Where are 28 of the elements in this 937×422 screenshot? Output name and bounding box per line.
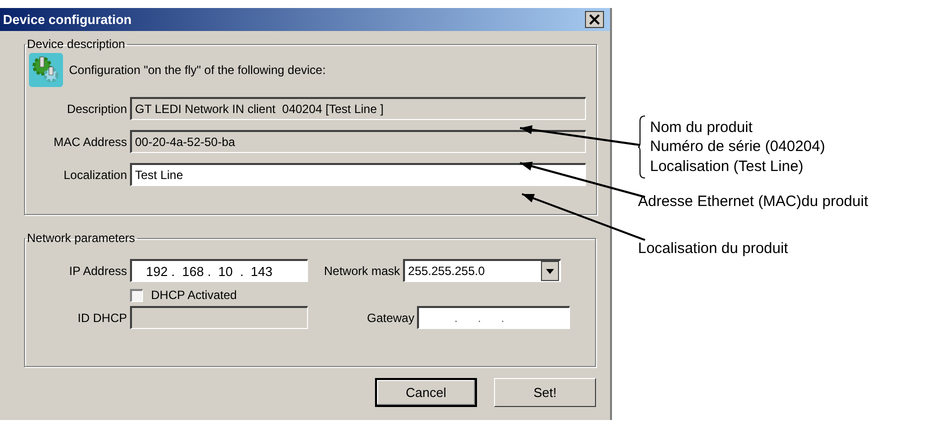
text-field: 00-20-4a-52-50-ba bbox=[130, 130, 586, 153]
dialog-button[interactable]: Cancel bbox=[375, 378, 477, 407]
dialog-button[interactable]: Set! bbox=[494, 378, 596, 407]
annotation-text: Localisation du produit bbox=[638, 238, 788, 258]
field-label: Description bbox=[66, 102, 128, 116]
window-title: Device configuration bbox=[3, 12, 132, 27]
field-label: MAC Address bbox=[52, 134, 128, 148]
text-field: GT LEDI Network IN client 040204 [Test Line ] bbox=[130, 97, 586, 120]
intro-text: Configuration "on the fly" of the following device: bbox=[69, 63, 326, 77]
annotation-text: Nom du produit bbox=[650, 118, 754, 138]
group-label: Device description bbox=[26, 37, 126, 51]
ip-address-field[interactable]: 192 . 168 . 10 . 143 bbox=[130, 259, 308, 282]
checkbox-label: DHCP Activated bbox=[151, 288, 237, 302]
close-icon[interactable] bbox=[585, 11, 604, 28]
field-label: IP Address bbox=[68, 264, 128, 278]
annotation-text: Numéro de série (040204) bbox=[650, 137, 826, 157]
field-label: Localization bbox=[62, 168, 128, 182]
checkbox[interactable] bbox=[130, 288, 143, 302]
field-label: Network mask bbox=[324, 264, 400, 278]
group-label: Network parameters bbox=[26, 231, 136, 245]
gateway-field[interactable]: . . . bbox=[417, 306, 570, 329]
field-label: ID DHCP bbox=[76, 310, 128, 324]
gears-icon bbox=[29, 53, 63, 87]
field-label: Gateway bbox=[367, 310, 414, 324]
network-mask-dropdown[interactable]: 255.255.255.0 bbox=[403, 259, 562, 282]
annotation-text: Localisation (Test Line) bbox=[650, 156, 804, 176]
annotation-text: Adresse Ethernet (MAC)du produit bbox=[638, 192, 868, 212]
text-field[interactable]: Test Line bbox=[130, 163, 586, 186]
